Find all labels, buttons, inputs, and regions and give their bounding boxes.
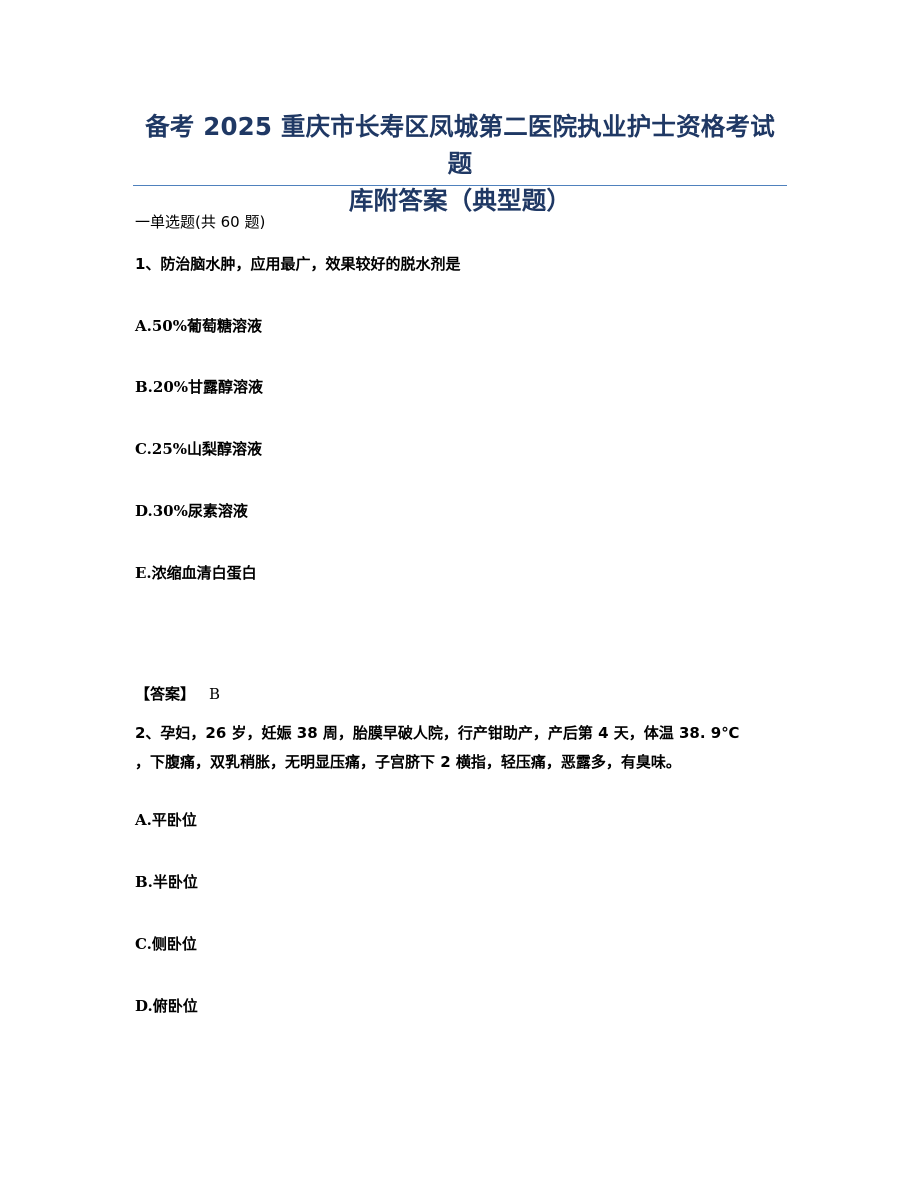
title-divider (133, 185, 787, 186)
answer-value: B (209, 685, 221, 703)
question-2-text-line-1: 2、孕妇，26 岁，妊娠 38 周，胎膜早破人院，行产钳助产，产后第 4 天，体… (135, 724, 740, 742)
question-1-option-d: D.30%尿素溶液 (135, 502, 248, 520)
question-1-option-a: A.50%葡萄糖溶液 (135, 317, 262, 335)
question-1-option-e: E.浓缩血清白蛋白 (135, 564, 257, 582)
question-2-option-d: D.俯卧位 (135, 997, 198, 1015)
question-1-answer: 【答案】 B (135, 684, 220, 704)
document-title: 备考 2025 重庆市长寿区凤城第二医院执业护士资格考试题 库附答案（典型题） (133, 108, 787, 219)
question-2-option-a: A.平卧位 (135, 811, 197, 829)
question-2-option-c: C.侧卧位 (135, 935, 197, 953)
question-1-option-b: B.20%甘露醇溶液 (135, 378, 264, 396)
question-2-option-b: B.半卧位 (135, 873, 198, 891)
question-1-text: 1、防治脑水肿，应用最广，效果较好的脱水剂是 (135, 255, 461, 273)
question-2-text-line-2: ，下腹痛，双乳稍胀，无明显压痛，子宫脐下 2 横指，轻压痛，恶露多，有臭味。 (135, 753, 681, 771)
title-line-1: 备考 2025 重庆市长寿区凤城第二医院执业护士资格考试题 (145, 112, 775, 178)
question-2-text: 2、孕妇，26 岁，妊娠 38 周，胎膜早破人院，行产钳助产，产后第 4 天，体… (135, 719, 795, 777)
question-1-option-c: C.25%山梨醇溶液 (135, 440, 263, 458)
document-page: 备考 2025 重庆市长寿区凤城第二医院执业护士资格考试题 库附答案（典型题） … (0, 0, 920, 1191)
title-line-2: 库附答案（典型题） (348, 186, 572, 215)
answer-label: 【答案】 (135, 685, 196, 703)
section-heading: 一单选题(共 60 题) (135, 213, 266, 231)
